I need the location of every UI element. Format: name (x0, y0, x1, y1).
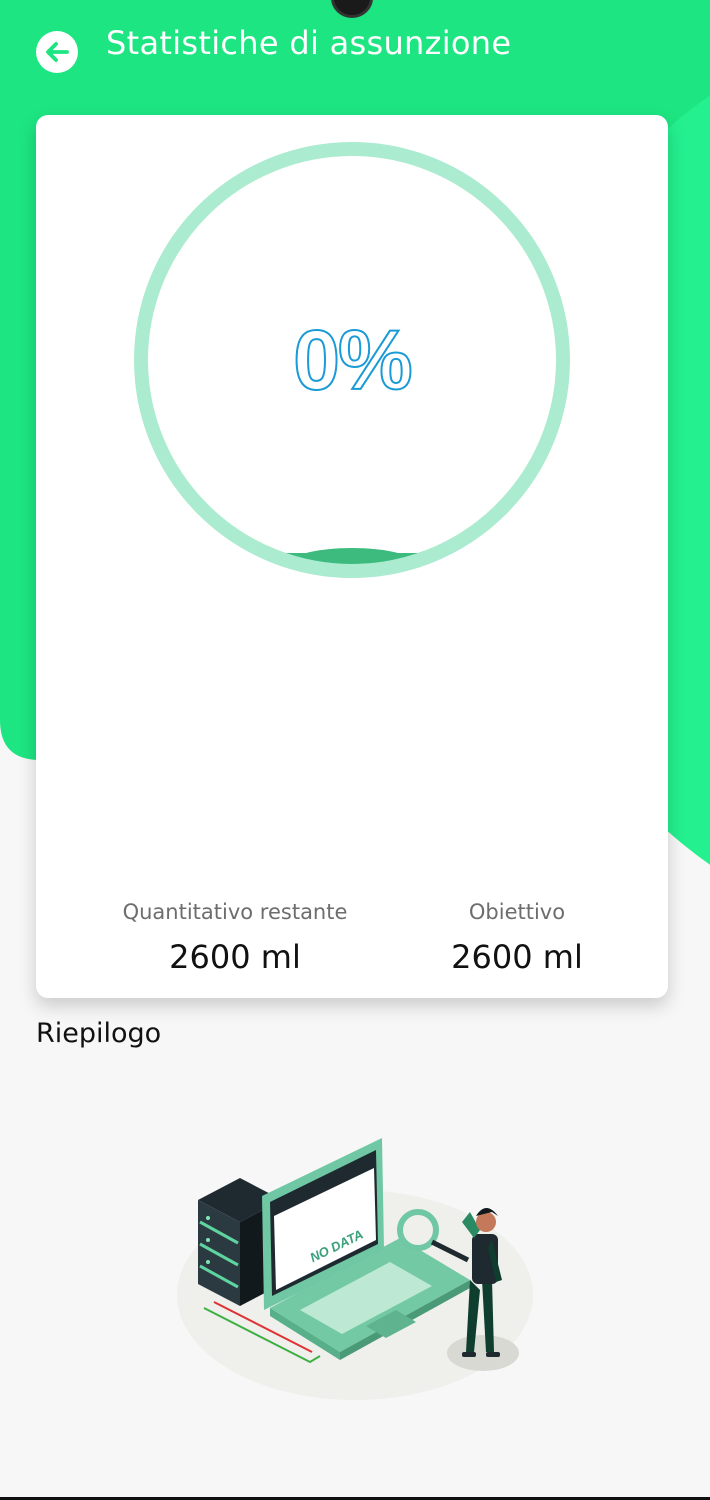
goal-stat: Obiettivo 2600 ml (367, 900, 667, 976)
remaining-value: 2600 ml (169, 938, 301, 976)
remaining-stat: Quantitativo restante 2600 ml (85, 900, 385, 976)
progress-percent: 0% (292, 312, 413, 408)
remaining-label: Quantitativo restante (122, 900, 348, 924)
goal-label: Obiettivo (468, 900, 566, 924)
goal-value: 2600 ml (451, 938, 583, 976)
arrow-left-icon (46, 42, 69, 62)
back-button[interactable] (36, 31, 78, 73)
summary-title: Riepilogo (36, 1018, 162, 1049)
intake-stats-card: 0% Quantitativo restante 2600 ml Obietti… (36, 115, 668, 998)
no-data-illustration: NO DATA (170, 1130, 540, 1410)
progress-gauge: 0% (134, 142, 570, 578)
page-title: Statistiche di assunzione (106, 24, 512, 62)
